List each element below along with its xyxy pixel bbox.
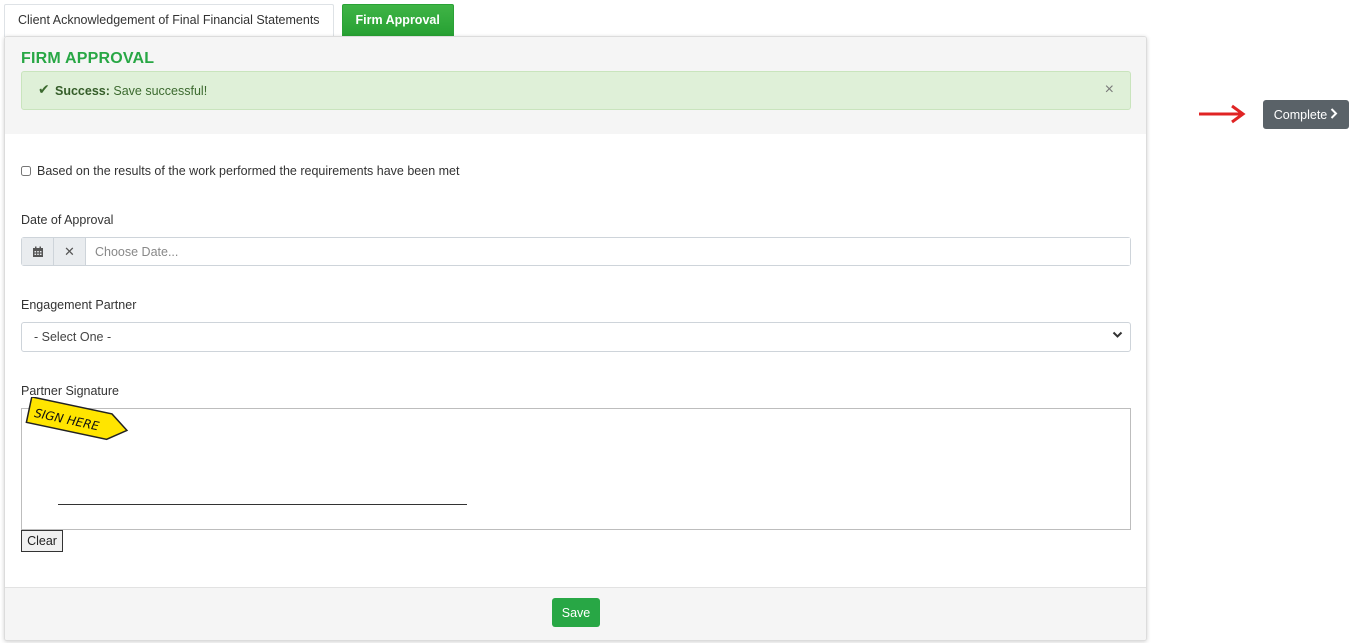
check-icon: ✔ [38, 81, 50, 97]
tab-firm-approval[interactable]: Firm Approval [341, 4, 454, 37]
engagement-partner-select[interactable]: - Select One - [21, 322, 1131, 352]
chevron-down-icon [1112, 329, 1123, 343]
chevron-right-icon [1330, 107, 1338, 122]
alert-text: Save successful! [113, 84, 208, 98]
clear-date-icon[interactable]: ✕ [54, 238, 86, 265]
calendar-icon[interactable] [22, 238, 54, 265]
tab-client-acknowledgement[interactable]: Client Acknowledgement of Final Financia… [4, 4, 334, 37]
requirements-met-checkbox[interactable] [21, 166, 31, 176]
tab-bar: Client Acknowledgement of Final Financia… [4, 4, 462, 37]
firm-approval-panel: FIRM APPROVAL ✔ Success: Save successful… [4, 36, 1147, 641]
signature-line [58, 504, 467, 505]
arrow-right-icon [1198, 104, 1248, 127]
complete-label: Complete [1273, 107, 1328, 122]
requirements-met-label: Based on the results of the work perform… [37, 164, 460, 178]
save-button[interactable]: Save [552, 598, 600, 627]
panel-footer: Save [5, 587, 1146, 640]
alert-message: Success: Save successful! [55, 84, 207, 98]
panel-header: FIRM APPROVAL ✔ Success: Save successful… [5, 37, 1146, 134]
close-icon[interactable]: × [1105, 81, 1114, 99]
partner-signature-label: Partner Signature [21, 384, 119, 398]
signature-pad[interactable] [21, 408, 1131, 530]
success-alert: ✔ Success: Save successful! × [21, 71, 1131, 110]
requirements-met-checkbox-row[interactable]: Based on the results of the work perform… [21, 164, 459, 178]
date-of-approval-input[interactable] [86, 238, 1130, 265]
complete-button[interactable]: Complete [1263, 100, 1349, 129]
alert-strong: Success: [55, 84, 110, 98]
clear-signature-button[interactable]: Clear [21, 530, 63, 552]
page-title: FIRM APPROVAL [21, 50, 155, 67]
date-of-approval-group: ✕ [21, 237, 1131, 266]
engagement-partner-value: - Select One - [34, 330, 112, 344]
date-of-approval-label: Date of Approval [21, 213, 114, 227]
engagement-partner-label: Engagement Partner [21, 298, 137, 312]
sign-here-sticker: SIGN HERE [22, 395, 134, 446]
